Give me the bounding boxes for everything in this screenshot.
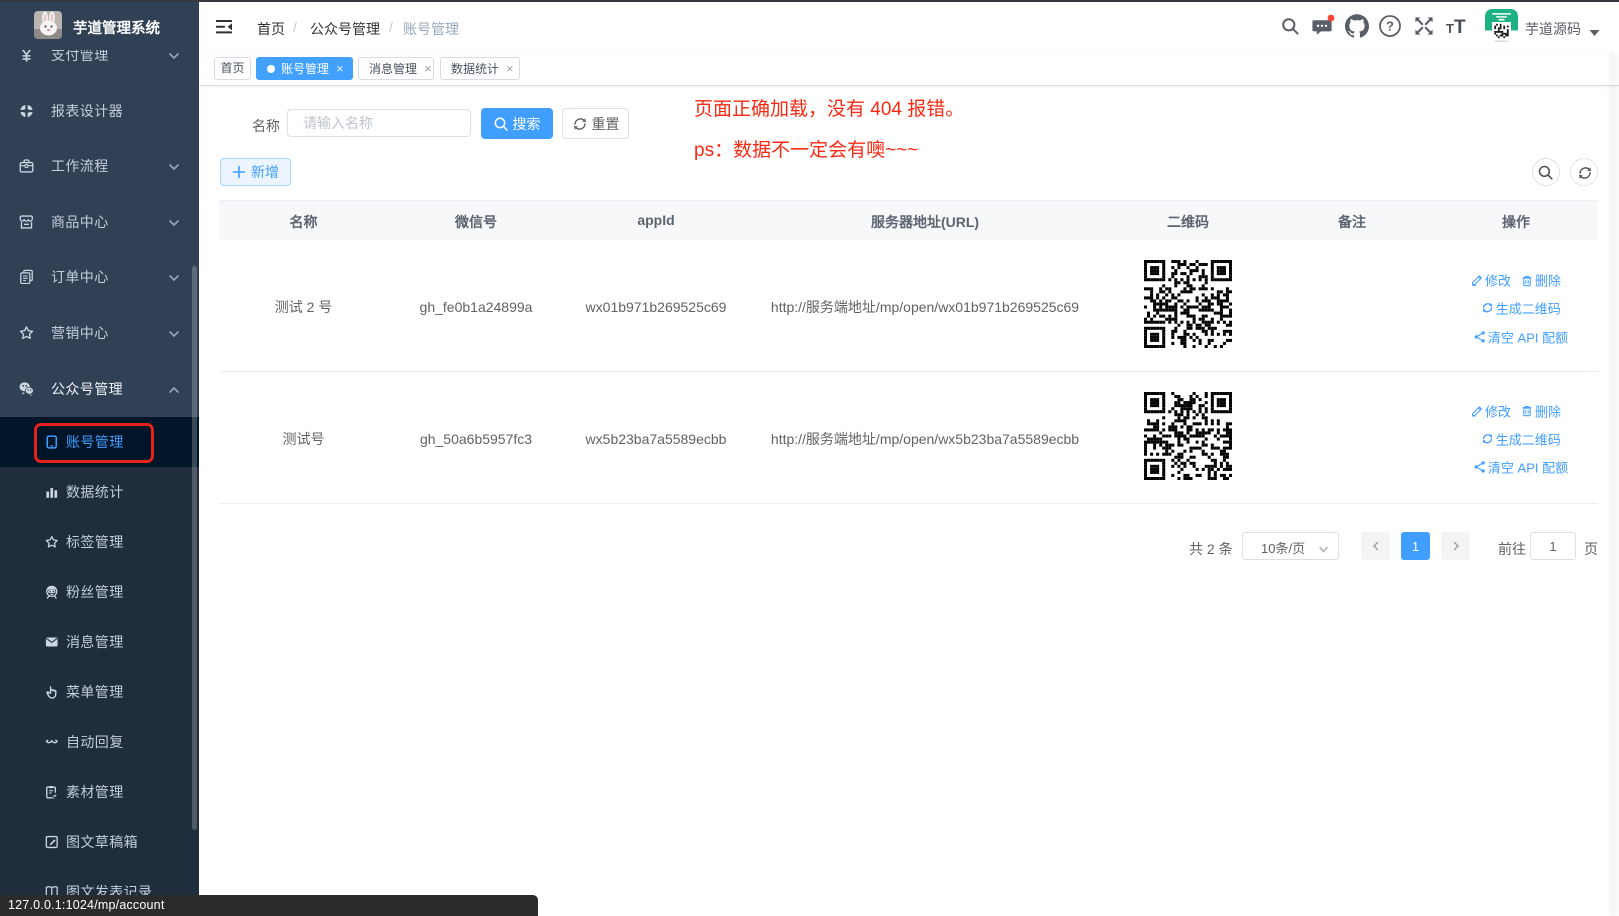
svg-text:?: ? [1386, 19, 1394, 34]
